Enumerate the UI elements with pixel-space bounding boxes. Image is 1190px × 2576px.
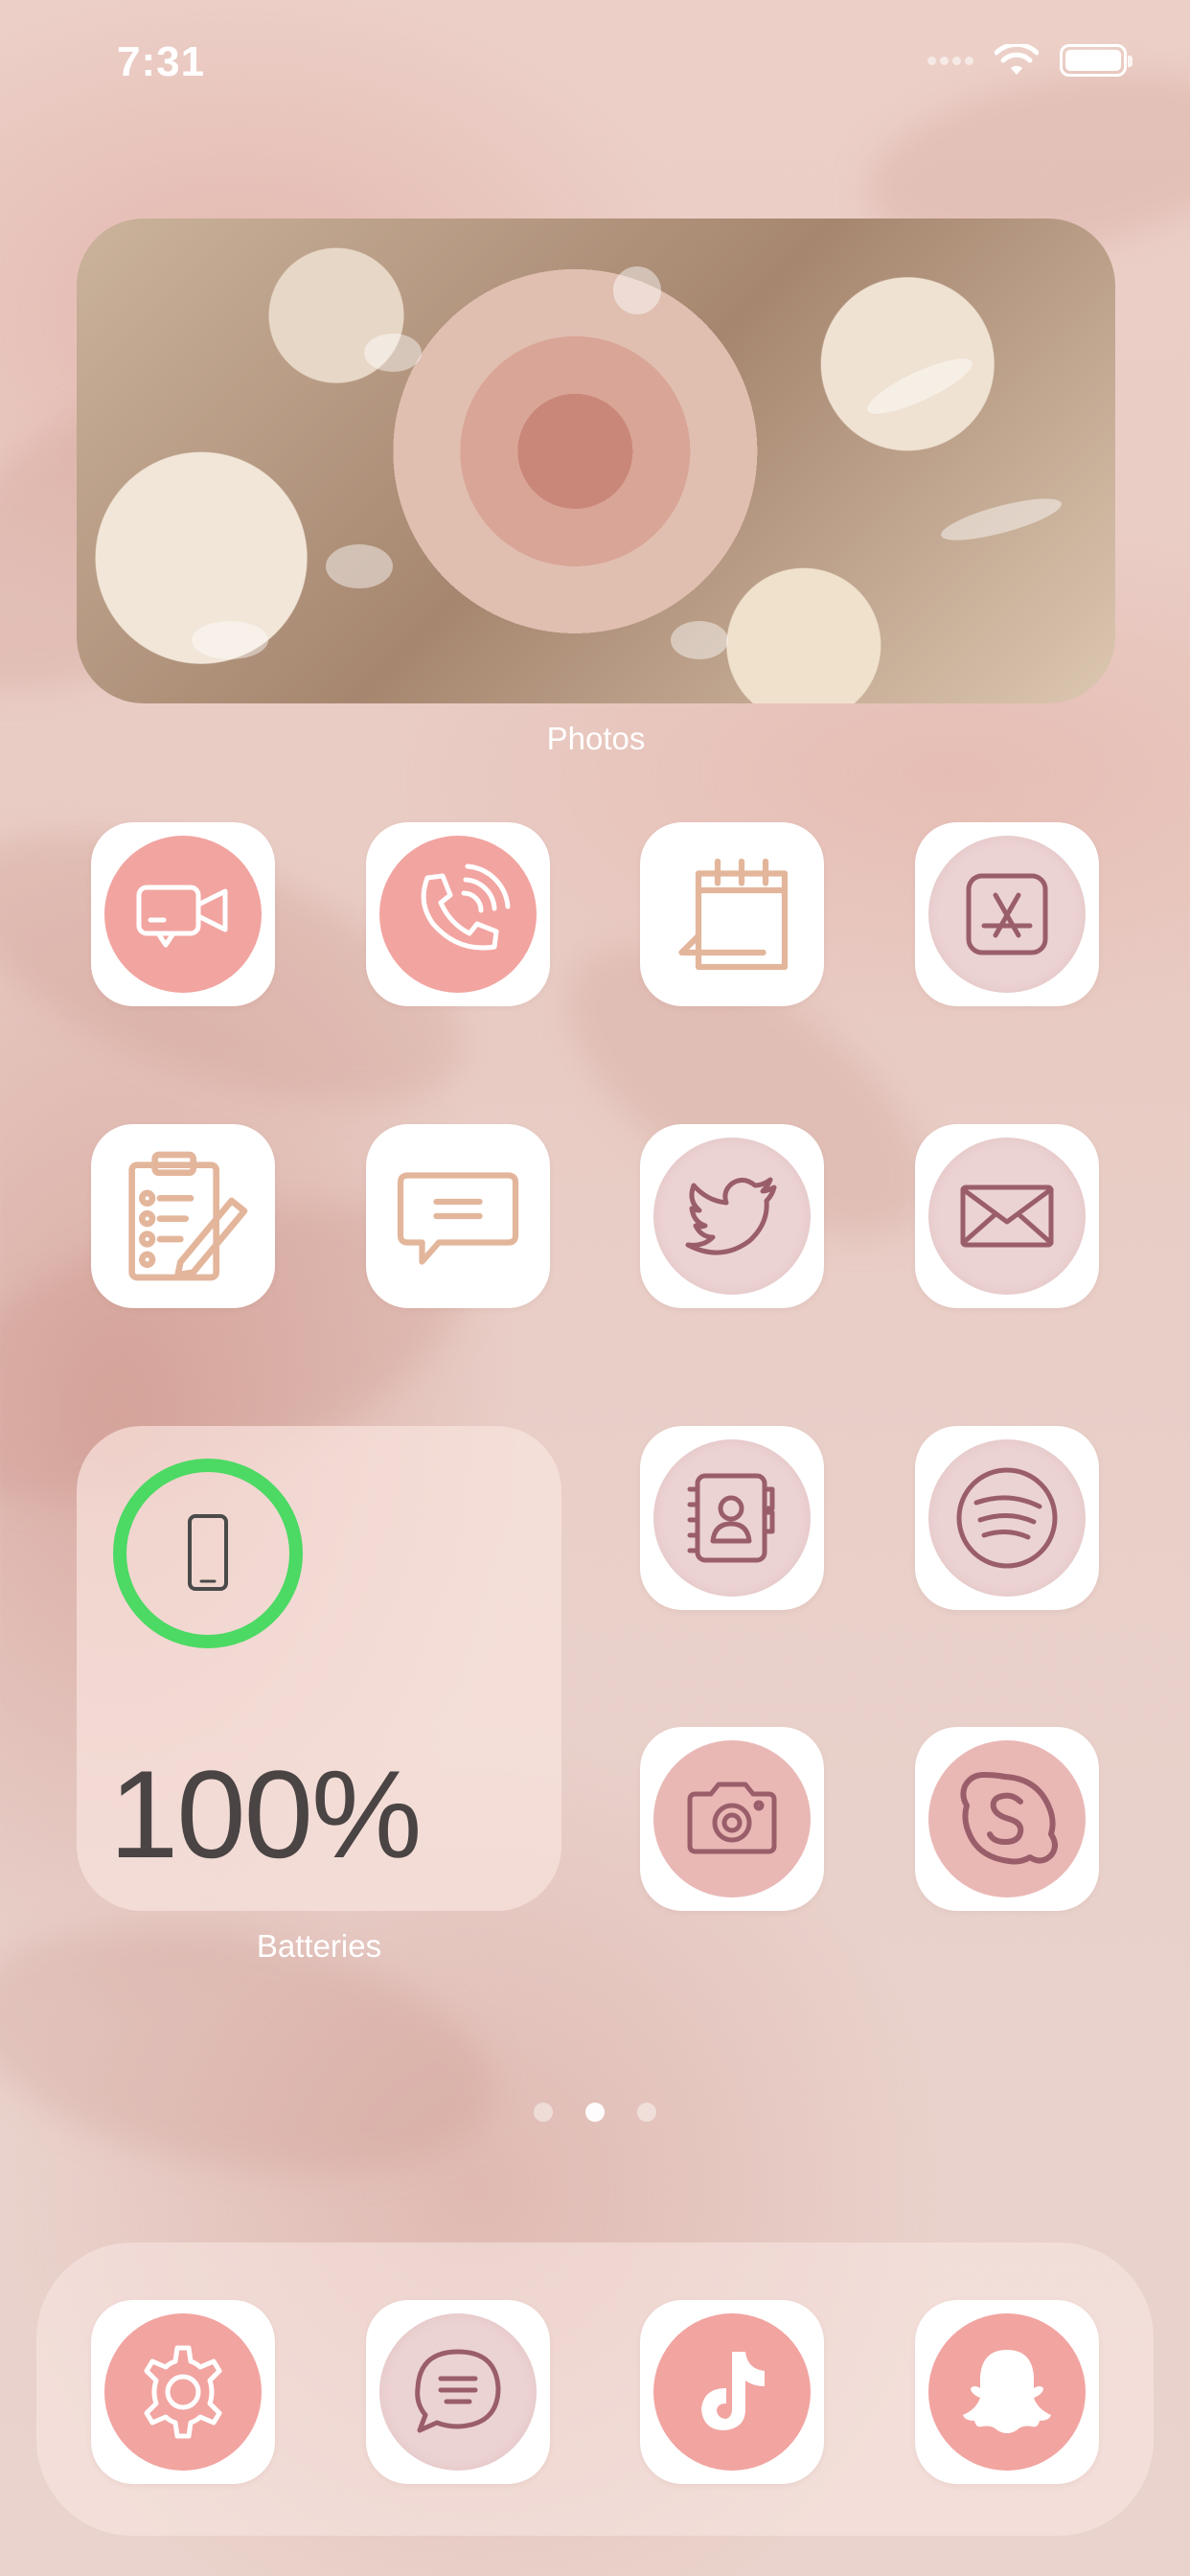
- icon-background: [928, 1138, 1086, 1295]
- chat-bubble-icon: [415, 2349, 501, 2433]
- status-indicators: [927, 44, 1133, 77]
- tiktok-icon: [701, 2352, 765, 2430]
- calendar-icon: [678, 858, 789, 971]
- page-indicator[interactable]: [0, 2103, 1190, 2122]
- photos-widget-label: Photos: [546, 721, 646, 756]
- chat-app-icon[interactable]: [366, 2300, 550, 2484]
- icon-background: [928, 1740, 1086, 1898]
- spotify-icon: [956, 1467, 1058, 1569]
- page-dot[interactable]: [637, 2103, 656, 2122]
- icon-background: [653, 1439, 811, 1597]
- calendar-app-icon[interactable]: [640, 822, 824, 1006]
- battery-status-icon: [1060, 44, 1133, 77]
- photos-widget[interactable]: [77, 218, 1115, 703]
- batteries-widget-label: Batteries: [256, 1928, 382, 1964]
- skype-app-icon[interactable]: [915, 1727, 1099, 1911]
- icon-background: [928, 836, 1086, 993]
- icon-background: [379, 2313, 537, 2471]
- app-store-app-icon[interactable]: [915, 822, 1099, 1006]
- icon-background: [653, 1138, 811, 1295]
- envelope-icon: [960, 1184, 1054, 1248]
- icon-background: [104, 2313, 262, 2471]
- speech-bubble-icon: [397, 1172, 519, 1265]
- gear-icon: [144, 2345, 222, 2439]
- page-dot-current[interactable]: [585, 2103, 605, 2122]
- video-camera-icon: [136, 885, 228, 948]
- wifi-icon: [995, 44, 1039, 75]
- phone-outline-icon: [188, 1514, 228, 1591]
- battery-level-ring: [113, 1459, 303, 1648]
- phone-app-icon[interactable]: [366, 822, 550, 1006]
- settings-app-icon[interactable]: [91, 2300, 275, 2484]
- battery-percentage: 100%: [109, 1744, 422, 1884]
- icon-background: [379, 836, 537, 993]
- mail-app-icon[interactable]: [915, 1124, 1099, 1308]
- camera-app-icon[interactable]: [640, 1727, 824, 1911]
- contacts-app-icon[interactable]: [640, 1426, 824, 1610]
- cellular-signal-icon: [927, 56, 973, 65]
- clipboard-pencil-icon: [128, 1151, 248, 1281]
- skype-icon: [960, 1772, 1058, 1865]
- page-dot[interactable]: [534, 2103, 553, 2122]
- bird-icon: [685, 1177, 777, 1255]
- status-time: 7:31: [117, 38, 206, 85]
- icon-background: [653, 2313, 811, 2471]
- icon-background: [104, 836, 262, 993]
- icon-background: [928, 1439, 1086, 1597]
- twitter-app-icon[interactable]: [640, 1124, 824, 1308]
- app-store-icon: [966, 873, 1048, 955]
- tiktok-app-icon[interactable]: [640, 2300, 824, 2484]
- icon-background: [653, 1740, 811, 1898]
- camera-icon: [687, 1782, 777, 1854]
- facetime-app-icon[interactable]: [91, 822, 275, 1006]
- address-book-icon: [687, 1473, 775, 1563]
- batteries-widget[interactable]: 100%: [77, 1426, 561, 1911]
- icon-background: [928, 2313, 1086, 2471]
- notes-app-icon[interactable]: [91, 1124, 275, 1308]
- phone-icon: [421, 863, 511, 951]
- messages-app-icon[interactable]: [366, 1124, 550, 1308]
- ghost-icon: [963, 2350, 1051, 2433]
- snapchat-app-icon[interactable]: [915, 2300, 1099, 2484]
- spotify-app-icon[interactable]: [915, 1426, 1099, 1610]
